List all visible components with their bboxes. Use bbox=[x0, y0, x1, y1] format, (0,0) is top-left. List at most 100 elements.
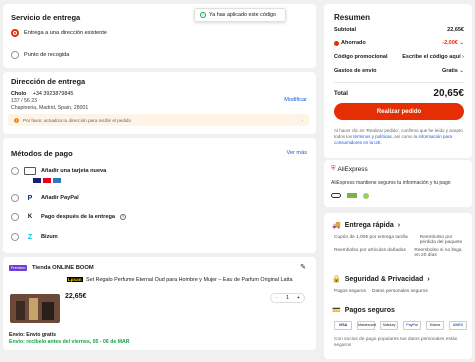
chevron-right-icon: › bbox=[462, 54, 464, 60]
klarna-logo: Klarna bbox=[426, 321, 444, 330]
aliexpress-protection-card: ⛨ AliExpress AliExpress mantiene seguros… bbox=[324, 160, 472, 207]
secure-payments-title: Pagos seguros bbox=[344, 306, 395, 314]
radio-unselected-icon[interactable] bbox=[11, 194, 19, 202]
safekey-logo: Safekey bbox=[380, 321, 398, 330]
lock-icon: 🔒 bbox=[332, 276, 341, 283]
chevron-right-icon: › bbox=[427, 275, 430, 283]
increment-button[interactable]: + bbox=[297, 295, 300, 301]
decrement-button[interactable]: − bbox=[275, 295, 278, 301]
truck-icon: 🚚 bbox=[332, 222, 341, 229]
delivery-option-existing[interactable]: Entrega a una dirección existente bbox=[11, 29, 107, 37]
subtotal-value: 22,65€ bbox=[447, 27, 464, 33]
fast-delivery-title: Entrega rápida bbox=[344, 221, 394, 229]
address-title: Dirección de entrega bbox=[11, 77, 86, 86]
certification-badge-icon bbox=[347, 193, 357, 198]
summary-subtotal-row: Subtotal 22,65€ bbox=[334, 27, 464, 33]
chevron-right-icon: › bbox=[397, 221, 401, 229]
radio-selected-icon[interactable] bbox=[11, 29, 19, 37]
radio-unselected-icon[interactable] bbox=[11, 213, 19, 221]
edit-address-link[interactable]: Modificar bbox=[284, 97, 307, 103]
payment-method-card[interactable]: Añadir una tarjeta nueva bbox=[11, 167, 106, 175]
recipient-phone: +34 3923879845 bbox=[32, 91, 74, 97]
mastercard-icon bbox=[43, 178, 51, 183]
recipient-name: Cholo bbox=[11, 91, 27, 97]
summary-shipping-row[interactable]: Gastos de envío Gratis ⌄ bbox=[334, 68, 464, 74]
edit-icon[interactable]: ✎ bbox=[300, 263, 306, 271]
place-order-button[interactable]: Realizar pedido bbox=[334, 103, 464, 120]
payments-footer-text: Con socios de pago populares tus datos p… bbox=[334, 337, 458, 349]
summary-savings-row[interactable]: Ahorrado -2,00€ ⌄ bbox=[334, 40, 464, 46]
discount-icon bbox=[334, 40, 339, 46]
aliexpress-brand: ⛨ AliExpress bbox=[331, 166, 368, 173]
promo-label: Código promocional bbox=[334, 54, 388, 60]
payment-logos: VISA Mastercard Safekey PayPal Klarna AM… bbox=[334, 321, 467, 330]
fast-delivery-list: Cupón de 1,00€ por entrega tardía Reembo… bbox=[334, 235, 468, 258]
card-icon: 💳 bbox=[332, 307, 341, 314]
payment-method-label: Añadir una tarjeta nueva bbox=[41, 168, 107, 174]
amex-icon bbox=[53, 178, 61, 183]
product-image[interactable] bbox=[10, 294, 60, 323]
credit-card-icon bbox=[24, 167, 36, 175]
radio-unselected-icon[interactable] bbox=[11, 233, 19, 241]
secure-payments-heading: 💳 Pagos seguros bbox=[332, 306, 395, 315]
payment-method-bizum[interactable]: Z Bizum bbox=[11, 233, 58, 241]
aliexpress-brand-name: AliExpress bbox=[337, 166, 368, 173]
delivery-estimate: Envío: recibelo antes del viernes, 05 - … bbox=[9, 339, 130, 345]
quantity-stepper[interactable]: − 1 + bbox=[270, 293, 305, 303]
delivery-option-label: Punto de recogida bbox=[24, 52, 70, 58]
address-line2: Chapineria, Madrid, Spain, 28001 bbox=[11, 105, 89, 111]
payment-method-paypal[interactable]: P Añadir PayPal bbox=[11, 194, 79, 202]
see-more-link[interactable]: Ver más bbox=[286, 150, 307, 156]
radio-unselected-icon[interactable] bbox=[11, 51, 19, 59]
quantity-value[interactable]: 1 bbox=[286, 295, 289, 301]
chevron-down-icon: ⌄ bbox=[459, 68, 464, 74]
summary-divider bbox=[334, 82, 464, 83]
store-card: Premium Tienda ONLINE BOOM ✎ Lpcan Set R… bbox=[3, 257, 316, 350]
terms-suffix: . bbox=[380, 140, 382, 146]
toast-text: Ya has aplicado este código bbox=[209, 12, 277, 18]
payment-method-pay-later[interactable]: K Pago después de la entrega ? bbox=[11, 213, 126, 221]
visa-icon bbox=[33, 178, 41, 183]
product-title[interactable]: Set Regalo Perfume Eternal Oud para Homb… bbox=[86, 277, 314, 283]
promo-value-group[interactable]: Escribe el código aquí › bbox=[402, 54, 464, 60]
shield-icon: ⛨ bbox=[331, 166, 336, 172]
help-icon[interactable]: ? bbox=[120, 214, 126, 220]
payment-method-label: Pago después de la entrega bbox=[41, 214, 115, 220]
klarna-icon: K bbox=[27, 214, 33, 220]
perfume-bottle-shape bbox=[29, 298, 38, 320]
paypal-icon: P bbox=[27, 194, 33, 202]
shipping-cost-group: Gratis ⌄ bbox=[442, 68, 464, 74]
total-label: Total bbox=[334, 90, 348, 97]
privacy-item: Pagos seguros bbox=[334, 289, 366, 294]
terms-link[interactable]: términos y políticas bbox=[353, 134, 392, 139]
subtotal-label: Subtotal bbox=[334, 27, 356, 33]
security-badge-icon bbox=[363, 193, 369, 199]
promo-input-placeholder[interactable]: Escribe el código aquí bbox=[402, 54, 460, 60]
shipping-label: Envío: Envío gratis bbox=[9, 332, 56, 338]
delivery-option-label: Entrega a una dirección existente bbox=[24, 30, 108, 36]
privacy-title: Seguridad & Privacidad bbox=[344, 275, 424, 283]
store-name[interactable]: Tienda ONLINE BOOM bbox=[32, 265, 94, 271]
fast-delivery-heading[interactable]: 🚚 Entrega rápida › bbox=[332, 221, 401, 230]
delivery-option-pickup[interactable]: Punto de recogida bbox=[11, 51, 69, 59]
radio-unselected-icon[interactable] bbox=[11, 167, 19, 175]
product-tag: Lpcan bbox=[67, 277, 83, 282]
toggle-badge-icon bbox=[331, 193, 341, 198]
store-badge: Premium bbox=[9, 265, 28, 271]
delivery-service-title: Servicio de entrega bbox=[11, 13, 81, 22]
shipping-cost-label: Gastos de envío bbox=[334, 68, 377, 74]
summary-promo-row[interactable]: Código promocional Escribe el código aqu… bbox=[334, 54, 464, 60]
payment-method-label: Bizum bbox=[41, 234, 58, 240]
fast-delivery-item: Reembolso si no llega en 20 días bbox=[414, 248, 462, 258]
mastercard-logo: Mastercard bbox=[357, 321, 376, 330]
trust-badges bbox=[331, 193, 369, 199]
paypal-logo: PayPal bbox=[403, 321, 421, 330]
shipping-cost-value: Gratis bbox=[441, 68, 458, 74]
visa-logo: VISA bbox=[334, 321, 352, 330]
perfume-bottle-shape bbox=[42, 302, 54, 320]
privacy-heading[interactable]: 🔒 Seguridad & Privacidad › bbox=[332, 275, 430, 284]
info-icon: ! bbox=[14, 117, 19, 123]
notice-text: Por favor, actualiza tu dirección para r… bbox=[23, 117, 132, 123]
address-notice[interactable]: ! Por favor, actualiza tu dirección para… bbox=[8, 114, 309, 126]
bizum-icon: Z bbox=[27, 233, 33, 241]
